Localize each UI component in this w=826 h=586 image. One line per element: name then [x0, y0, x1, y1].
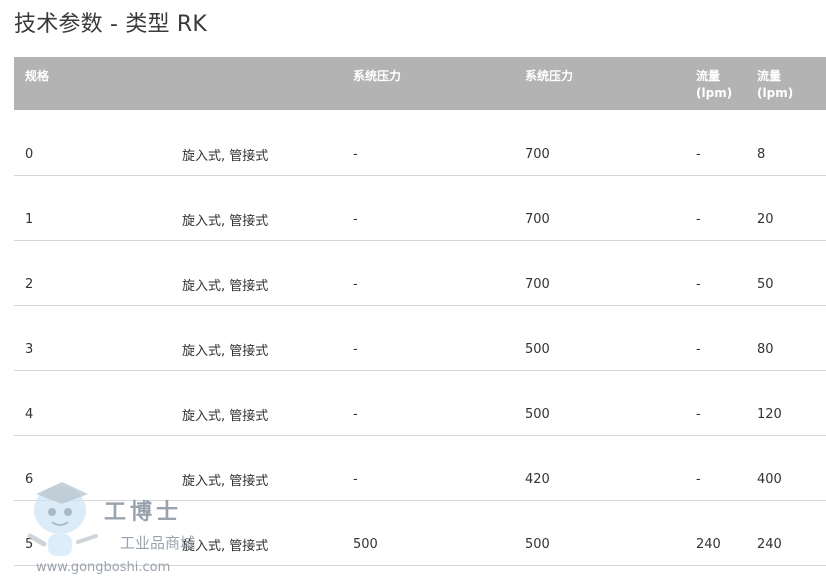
cell-flow-1: -	[696, 175, 757, 241]
watermark-subtitle: 工业品商城	[120, 534, 196, 552]
cell-flow-1: -	[696, 305, 757, 371]
cell-system-pressure-1: -	[353, 110, 525, 176]
table-row: 0 旋入式, 管接式 -700-8	[14, 110, 826, 176]
cell-size: 4	[14, 370, 182, 436]
cell-flow-2: 80	[757, 305, 826, 371]
watermark-url: www.gongboshi.com	[36, 560, 171, 575]
cell-system-pressure-1: -	[353, 240, 525, 306]
header-system-pressure-1: 系统压力	[353, 57, 525, 110]
cell-flow-1: -	[696, 435, 757, 501]
header-flow-2: 流量 (lpm)	[757, 57, 826, 110]
table-row: 4 旋入式, 管接式 -500-120	[14, 370, 826, 436]
cell-connection: 旋入式, 管接式	[182, 500, 353, 566]
header-size: 规格	[14, 57, 182, 110]
cell-size: 2	[14, 240, 182, 306]
cell-connection: 旋入式, 管接式	[182, 110, 353, 176]
cell-flow-2: 20	[757, 175, 826, 241]
spec-table: 规格 系统压力 系统压力 流量 (lpm) 流量 (lpm) 0 旋入式, 管接式…	[14, 57, 826, 566]
cell-system-pressure-2: 500	[525, 305, 696, 371]
table-row: 2 旋入式, 管接式 -700-50	[14, 240, 826, 306]
cell-size: 3	[14, 305, 182, 371]
cell-system-pressure-2: 700	[525, 175, 696, 241]
cell-flow-1: 240	[696, 500, 757, 566]
cell-connection: 旋入式, 管接式	[182, 435, 353, 501]
header-system-pressure-2: 系统压力	[525, 57, 696, 110]
cell-connection: 旋入式, 管接式	[182, 175, 353, 241]
table-header-row: 规格 系统压力 系统压力 流量 (lpm) 流量 (lpm)	[14, 57, 826, 110]
cell-size: 0	[14, 110, 182, 176]
cell-system-pressure-1: -	[353, 370, 525, 436]
table-row: 6 旋入式, 管接式 -420-400	[14, 435, 826, 501]
cell-flow-1: -	[696, 110, 757, 176]
cell-system-pressure-2: 700	[525, 240, 696, 306]
cell-flow-1: -	[696, 370, 757, 436]
cell-size: 6	[14, 435, 182, 501]
cell-size: 1	[14, 175, 182, 241]
header-flow-2-text: 流量 (lpm)	[757, 69, 794, 100]
page-title: 技术参数 - 类型 RK	[14, 12, 208, 37]
cell-flow-2: 400	[757, 435, 826, 501]
cell-system-pressure-2: 500	[525, 500, 696, 566]
cell-system-pressure-1: -	[353, 175, 525, 241]
cell-flow-1: -	[696, 240, 757, 306]
cell-connection: 旋入式, 管接式	[182, 240, 353, 306]
cell-connection: 旋入式, 管接式	[182, 305, 353, 371]
cell-system-pressure-1: 500	[353, 500, 525, 566]
header-connection	[182, 57, 353, 110]
cell-flow-2: 50	[757, 240, 826, 306]
cell-connection: 旋入式, 管接式	[182, 370, 353, 436]
cell-system-pressure-2: 500	[525, 370, 696, 436]
cell-flow-2: 120	[757, 370, 826, 436]
cell-system-pressure-1: -	[353, 435, 525, 501]
cell-flow-2: 8	[757, 110, 826, 176]
cell-flow-2: 240	[757, 500, 826, 566]
header-flow-1: 流量 (lpm)	[696, 57, 757, 110]
table-row: 3 旋入式, 管接式 -500-80	[14, 305, 826, 371]
cell-system-pressure-2: 700	[525, 110, 696, 176]
table-row: 1 旋入式, 管接式 -700-20	[14, 175, 826, 241]
header-flow-1-text: 流量 (lpm)	[696, 69, 733, 100]
cell-system-pressure-1: -	[353, 305, 525, 371]
cell-system-pressure-2: 420	[525, 435, 696, 501]
watermark-brand: 工博士	[104, 499, 183, 525]
